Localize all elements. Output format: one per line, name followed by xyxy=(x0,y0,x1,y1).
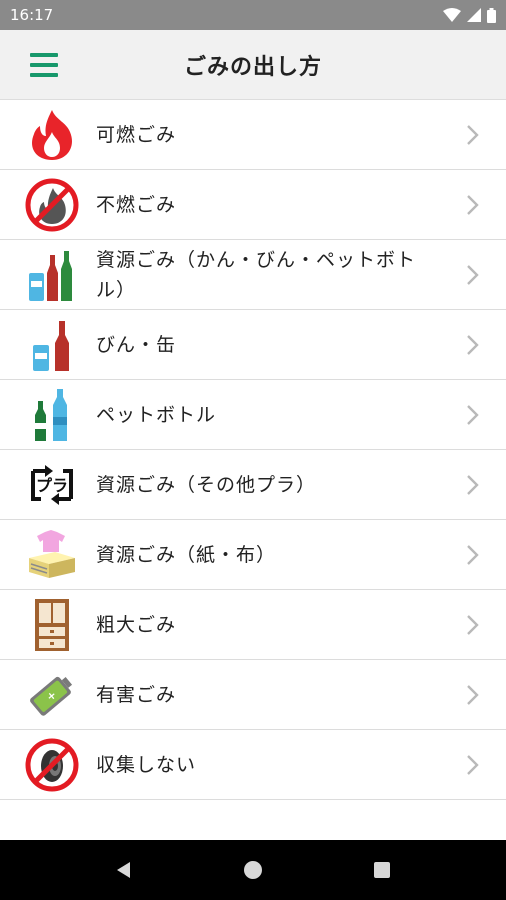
cabinet-icon xyxy=(24,597,80,653)
status-bar: 16:17 xyxy=(0,0,506,30)
garbage-category-list: 可燃ごみ 不燃ごみ 資源ごみ（かん・びん・ペットボトル） びん・缶 ペットボトル… xyxy=(0,100,506,800)
item-label: 資源ごみ（その他プラ） xyxy=(96,473,317,496)
paper-cloth-icon xyxy=(24,527,80,583)
pet-bottle-icon xyxy=(24,387,80,443)
recents-icon[interactable] xyxy=(372,860,392,880)
list-item-bottles-cans[interactable]: びん・缶 xyxy=(0,310,506,380)
app-bar: ごみの出し方 xyxy=(0,30,506,100)
item-label: 資源ごみ（紙・布） xyxy=(96,543,277,566)
chevron-right-icon xyxy=(467,264,479,285)
chevron-right-icon xyxy=(467,404,479,425)
chevron-right-icon xyxy=(467,614,479,635)
chevron-right-icon xyxy=(467,684,479,705)
bottle-can-icon xyxy=(24,317,80,373)
no-fire-icon xyxy=(24,177,80,233)
item-label: 可燃ごみ xyxy=(96,123,177,146)
chevron-right-icon xyxy=(467,754,479,775)
bottles-cans-icon xyxy=(24,247,80,303)
system-nav-bar xyxy=(0,840,506,900)
status-icons xyxy=(443,7,496,23)
no-tire-icon xyxy=(24,737,80,793)
item-label: 粗大ごみ xyxy=(96,613,177,636)
list-item-non-burnable[interactable]: 不燃ごみ xyxy=(0,170,506,240)
hamburger-menu-icon[interactable] xyxy=(30,53,58,77)
list-item-resource-cans-bottles[interactable]: 資源ごみ（かん・びん・ペットボトル） xyxy=(0,240,506,310)
battery-status-icon xyxy=(487,7,496,23)
list-item-not-collected[interactable]: 収集しない xyxy=(0,730,506,800)
battery-icon: + xyxy=(24,667,80,723)
list-item-oversized[interactable]: 粗大ごみ xyxy=(0,590,506,660)
wifi-icon xyxy=(443,8,461,22)
status-time: 16:17 xyxy=(10,6,54,24)
list-item-burnable[interactable]: 可燃ごみ xyxy=(0,100,506,170)
fire-icon xyxy=(24,107,80,163)
list-item-resource-paper-cloth[interactable]: 資源ごみ（紙・布） xyxy=(0,520,506,590)
item-label: 収集しない xyxy=(96,753,197,776)
list-item-resource-plastic[interactable]: プラ 資源ごみ（その他プラ） xyxy=(0,450,506,520)
svg-text:プラ: プラ xyxy=(36,476,68,495)
chevron-right-icon xyxy=(467,194,479,215)
chevron-right-icon xyxy=(467,544,479,565)
item-label: 有害ごみ xyxy=(96,683,177,706)
item-label: ペットボトル xyxy=(96,403,217,426)
item-label: 資源ごみ（かん・びん・ペットボトル） xyxy=(96,248,417,301)
chevron-right-icon xyxy=(467,474,479,495)
list-item-hazardous[interactable]: + 有害ごみ xyxy=(0,660,506,730)
chevron-right-icon xyxy=(467,124,479,145)
home-icon[interactable] xyxy=(243,860,263,880)
chevron-right-icon xyxy=(467,334,479,355)
plastic-recycle-icon: プラ xyxy=(24,457,80,513)
item-label: びん・缶 xyxy=(96,333,177,356)
list-item-pet-bottles[interactable]: ペットボトル xyxy=(0,380,506,450)
item-label: 不燃ごみ xyxy=(96,193,177,216)
back-icon[interactable] xyxy=(114,860,134,880)
page-title: ごみの出し方 xyxy=(183,54,322,80)
signal-icon xyxy=(467,8,481,22)
